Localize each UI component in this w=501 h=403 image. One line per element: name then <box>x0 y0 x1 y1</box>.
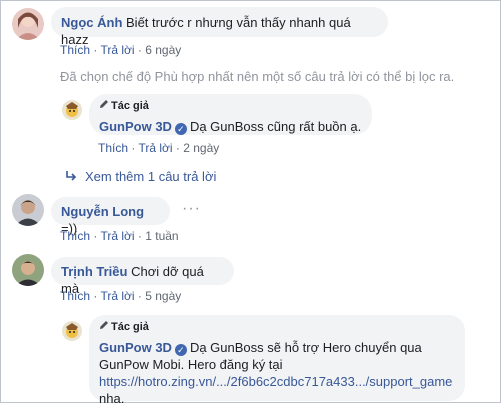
author-tag-label: Tác giả <box>111 321 149 333</box>
comment-author[interactable]: Ngọc Ánh <box>61 15 122 30</box>
avatar[interactable] <box>12 8 44 40</box>
reply-text-line: Dạ GunBoss sẽ hỗ trợ Hero chuyển qua <box>189 340 422 355</box>
timestamp[interactable]: 1 tuần <box>145 229 178 243</box>
filter-note: Đã chọn chế độ Phù hợp nhất nên một số c… <box>60 69 455 84</box>
reply-arrow-icon <box>65 169 77 184</box>
reply-bubble: Tác giả GunPow 3D ✓ Dạ GunBoss cũng rất bu… <box>89 94 372 135</box>
verified-icon: ✓ <box>174 123 187 135</box>
reply-actions: Thích · Trả lời · 2 ngày <box>98 141 220 155</box>
timestamp[interactable]: 2 ngày <box>183 141 219 155</box>
comment-actions: Thích · Trả lời · 5 ngày <box>60 289 182 303</box>
avatar[interactable] <box>62 321 82 341</box>
author-tag-label: Tác giả <box>111 100 149 112</box>
comment-author[interactable]: Trịnh Triều <box>61 264 127 279</box>
reply-author[interactable]: GunPow 3D <box>99 119 172 134</box>
author-badge: Tác giả <box>99 98 362 115</box>
view-more-replies-label: Xem thêm 1 câu trả lời <box>85 169 217 184</box>
comment-bubble: Trịnh Triều Chơi dỡ quá mà <box>51 257 234 296</box>
like-link[interactable]: Thích <box>60 229 90 243</box>
support-link[interactable]: https://hotro.zing.vn/.../2f6b6c2cdbc717… <box>99 373 455 390</box>
reply-link[interactable]: Trả lời <box>100 229 134 243</box>
like-link[interactable]: Thích <box>60 289 90 303</box>
reply-link[interactable]: Trả lời <box>100 289 134 303</box>
avatar[interactable] <box>62 100 82 120</box>
pencil-icon <box>99 319 109 336</box>
comment-actions: Thích · Trả lời · 6 ngày <box>60 43 182 57</box>
reply-link[interactable]: Trả lời <box>138 141 172 155</box>
reply-text-line: GunPow Mobi. Hero đăng ký tại <box>99 357 283 372</box>
avatar[interactable] <box>12 254 44 286</box>
comment-author[interactable]: Nguyễn Long <box>61 204 144 219</box>
like-link[interactable]: Thích <box>60 43 90 57</box>
author-badge: Tác giả <box>99 319 455 336</box>
more-options-icon[interactable]: ··· <box>182 200 201 218</box>
timestamp[interactable]: 6 ngày <box>145 43 181 57</box>
reply-author[interactable]: GunPow 3D <box>99 340 172 355</box>
reply-bubble: Tác giả GunPow 3D ✓ Dạ GunBoss sẽ hỗ trợ H… <box>89 315 465 403</box>
avatar[interactable] <box>12 194 44 226</box>
timestamp[interactable]: 5 ngày <box>145 289 181 303</box>
reply-text-line: nha. <box>99 391 125 403</box>
pencil-icon <box>99 98 109 115</box>
reply-link[interactable]: Trả lời <box>100 43 134 57</box>
comment-bubble: Ngọc Ánh Biết trước r nhưng vẫn thấy nha… <box>51 7 388 47</box>
comment-bubble: Nguyễn Long =)) <box>51 197 170 236</box>
reply-text: Dạ GunBoss cũng rất buồn ạ. <box>189 119 362 134</box>
verified-icon: ✓ <box>174 344 187 356</box>
view-more-replies[interactable]: Xem thêm 1 câu trả lời <box>65 169 216 184</box>
like-link[interactable]: Thích <box>98 141 128 155</box>
comment-actions: Thích · Trả lời · 1 tuần <box>60 229 179 243</box>
